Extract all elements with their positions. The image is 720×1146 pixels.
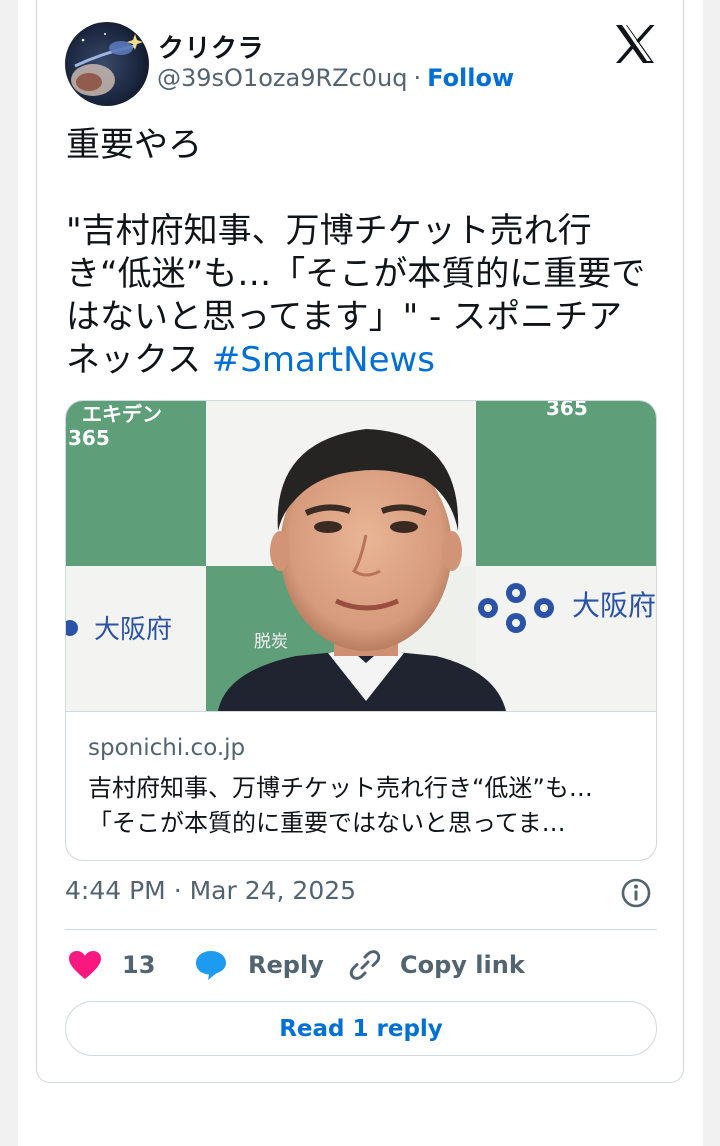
photo-sign-number-left: 365 [68, 426, 110, 450]
x-logo-icon[interactable] [614, 24, 656, 64]
avatar[interactable] [65, 22, 149, 106]
tweet-timestamp[interactable]: 4:44 PM · Mar 24, 2025 [65, 876, 356, 905]
timestamp-time: 4:44 PM [65, 876, 166, 905]
link-title-line-1: 吉村府知事、万博チケット売れ行き“低迷”も… [88, 774, 593, 802]
follow-button[interactable]: Follow [427, 64, 514, 92]
photo-sign-text: エキデン [82, 402, 162, 426]
heart-icon [69, 951, 101, 979]
actions-divider [65, 929, 657, 930]
timestamp-separator: · [173, 876, 182, 905]
author-handle-row: @39sO1oza9RZc0uq · Follow [157, 64, 514, 92]
link-domain: sponichi.co.jp [88, 735, 246, 761]
photo-prefecture-left: 大阪府 [94, 615, 172, 645]
hashtag-link[interactable]: #SmartNews [212, 340, 435, 380]
handle-separator: · [413, 64, 422, 92]
article-photo: エキデン 365 365 大阪府 大阪府 脱炭 [66, 401, 656, 712]
link-icon [349, 950, 381, 980]
photo-logo-text: 脱炭 [254, 632, 288, 652]
photo-prefecture-right: 大阪府 [572, 589, 656, 622]
tweet-line-1: 重要やろ [66, 125, 202, 165]
like-button[interactable]: 13 [68, 945, 155, 985]
reply-button[interactable]: Reply [194, 945, 324, 985]
timestamp-date: Mar 24, 2025 [189, 876, 357, 905]
copy-link-label: Copy link [400, 951, 525, 979]
speech-bubble-icon [196, 951, 226, 980]
tweet-line-2: "吉村府知事、万博チケット売れ行き“低迷”も…「そこが本質的に重要ではないと思っ… [66, 210, 646, 382]
tweet-text: 重要やろ "吉村府知事、万博チケット売れ行き“低迷”も…「そこが本質的に重要では… [66, 124, 646, 382]
photo-sign-number-right: 365 [546, 401, 588, 420]
link-preview-card[interactable]: エキデン 365 365 大阪府 大阪府 脱炭 sponichi.co.jp 吉… [65, 400, 657, 861]
author-display-name[interactable]: クリクラ [158, 28, 264, 65]
info-icon[interactable] [620, 877, 652, 909]
author-handle[interactable]: @39sO1oza9RZc0uq [157, 64, 408, 92]
reply-label: Reply [248, 951, 324, 979]
link-title-line-2: 「そこが本質的に重要ではないと思ってま… [88, 809, 566, 837]
read-replies-button[interactable]: Read 1 reply [65, 1001, 657, 1056]
like-count: 13 [122, 951, 156, 979]
copy-link-button[interactable]: Copy link [348, 945, 525, 985]
link-title: 吉村府知事、万博チケット売れ行き“低迷”も… 「そこが本質的に重要ではないと思っ… [88, 771, 636, 841]
